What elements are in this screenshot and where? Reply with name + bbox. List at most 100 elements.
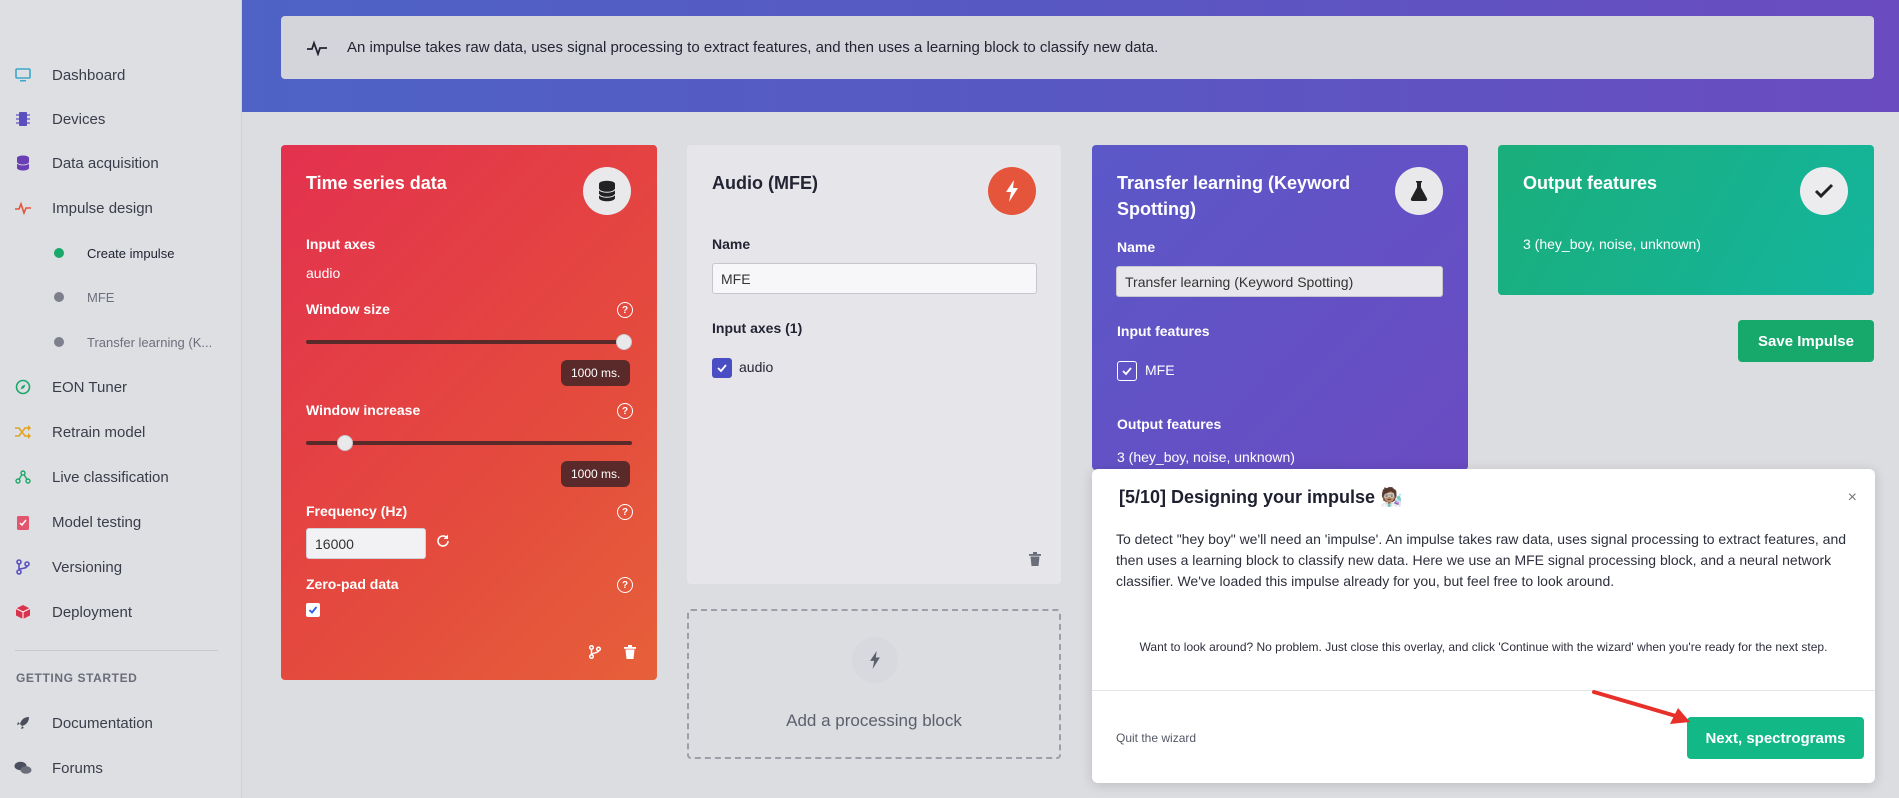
branch-icon [14, 558, 32, 576]
card-title: Time series data [306, 173, 447, 193]
shuffle-icon [14, 423, 32, 441]
flask-badge-icon [1395, 167, 1443, 215]
sidebar-subitem-label: Create impulse [87, 245, 175, 261]
output-features-value: 3 (hey_boy, noise, unknown) [1523, 236, 1701, 252]
wizard-hint: Want to look around? No problem. Just cl… [1139, 640, 1828, 654]
trash-icon[interactable] [624, 645, 636, 664]
input-axes-value: audio [306, 265, 341, 281]
output-features-card: Output features 3 (hey_boy, noise, unkno… [1498, 145, 1874, 295]
sidebar-item-impulse-design[interactable]: Impulse design [0, 193, 153, 223]
input-axes-label: Input axes (1) [712, 320, 803, 336]
zero-pad-checkbox[interactable] [306, 603, 320, 617]
card-title: Output features [1523, 173, 1658, 193]
window-increase-slider-handle[interactable] [337, 435, 353, 451]
sidebar-item-devices[interactable]: Devices [0, 104, 105, 134]
sidebar-item-data-acquisition[interactable]: Data acquisition [0, 148, 159, 178]
add-processing-block-label: Add a processing block [786, 711, 962, 730]
save-impulse-button[interactable]: Save Impulse [1738, 320, 1874, 362]
window-size-value: 1000 ms. [561, 360, 631, 386]
sidebar-item-live-classification[interactable]: Live classification [0, 462, 169, 492]
refresh-icon[interactable] [436, 534, 450, 553]
bolt-badge-icon [988, 167, 1036, 215]
info-text: An impulse takes raw data, uses signal p… [347, 39, 1159, 56]
transfer-name-input[interactable]: Transfer learning (Keyword Spotting) [1116, 266, 1443, 297]
checkmark-badge-icon [1800, 167, 1848, 215]
window-size-label: Window size [306, 301, 390, 317]
active-dot-icon [54, 248, 64, 258]
time-series-card: Time series data Input axes audio Window… [281, 145, 657, 680]
audio-checkbox-label: audio [739, 359, 774, 375]
sidebar-item-label: Data acquisition [52, 154, 159, 172]
rocket-icon [14, 714, 32, 732]
audio-checkbox[interactable] [712, 358, 732, 378]
trash-icon[interactable] [1029, 552, 1041, 571]
sidebar-subitem-transfer-learning[interactable]: Transfer learning (K... [0, 327, 212, 357]
wizard-body: To detect "hey boy" we'll need an 'impul… [1116, 531, 1847, 589]
pulse-icon [14, 199, 32, 217]
sidebar-item-dashboard[interactable]: Dashboard [0, 60, 125, 90]
window-size-slider[interactable] [306, 340, 632, 344]
zero-pad-label: Zero-pad data [306, 576, 399, 592]
chip-icon [14, 110, 32, 128]
mfe-feature-label: MFE [1145, 362, 1175, 378]
window-increase-slider[interactable] [306, 441, 632, 445]
sidebar-item-label: Deployment [52, 603, 133, 621]
mfe-name-input[interactable]: MFE [712, 263, 1037, 294]
mfe-card: Audio (MFE) Name MFE Input axes (1) audi… [687, 145, 1061, 584]
annotation-arrow-icon [1592, 690, 1690, 724]
input-axes-label: Input axes [306, 236, 376, 252]
dot-icon [54, 337, 64, 347]
window-size-slider-handle[interactable] [616, 334, 632, 350]
sidebar-subitem-label: Transfer learning (K... [87, 334, 213, 350]
sidebar-item-label: Impulse design [52, 199, 153, 217]
database-icon [14, 154, 32, 172]
bolt-icon [852, 637, 898, 683]
help-icon[interactable]: ? [617, 504, 633, 520]
window-increase-label: Window increase [306, 402, 421, 418]
sidebar-item-documentation[interactable]: Documentation [0, 708, 153, 738]
sidebar-item-forums[interactable]: Forums [0, 753, 103, 783]
sidebar-item-retrain-model[interactable]: Retrain model [0, 417, 145, 447]
name-label: Name [712, 236, 751, 252]
help-icon[interactable]: ? [617, 403, 633, 419]
sidebar-subitem-mfe[interactable]: MFE [0, 282, 114, 312]
name-label: Name [1117, 239, 1156, 255]
branch-icon[interactable] [588, 644, 602, 664]
output-features-value: 3 (hey_boy, noise, unknown) [1117, 449, 1295, 465]
transfer-learning-card: Transfer learning (Keyword Spotting) Nam… [1092, 145, 1468, 470]
sidebar-item-versioning[interactable]: Versioning [0, 552, 122, 582]
frequency-input[interactable]: 16000 [306, 528, 426, 559]
mfe-feature-checkbox[interactable] [1117, 361, 1137, 381]
box-icon [14, 603, 32, 621]
wizard-divider [1092, 690, 1875, 691]
sidebar-item-label: EON Tuner [52, 378, 128, 396]
sidebar-item-model-testing[interactable]: Model testing [0, 507, 141, 537]
quit-wizard-link[interactable]: Quit the wizard [1116, 731, 1196, 745]
sidebar-item-label: Retrain model [52, 423, 146, 441]
sidebar-item-label: Forums [52, 759, 103, 777]
sidebar-subitem-label: MFE [87, 289, 115, 305]
help-icon[interactable]: ? [617, 577, 633, 593]
sidebar-item-label: Dashboard [52, 66, 126, 84]
compass-icon [14, 378, 32, 396]
input-features-label: Input features [1117, 323, 1210, 339]
help-icon[interactable]: ? [617, 302, 633, 318]
sidebar-item-label: Documentation [52, 714, 153, 732]
monitor-icon [14, 66, 32, 84]
info-bar: An impulse takes raw data, uses signal p… [281, 16, 1874, 79]
clipboard-check-icon [14, 513, 32, 531]
window-increase-value: 1000 ms. [561, 461, 631, 487]
close-icon[interactable]: × [1848, 489, 1857, 507]
sidebar-subitem-create-impulse[interactable]: Create impulse [0, 238, 174, 268]
frequency-label: Frequency (Hz) [306, 503, 408, 519]
sidebar-item-label: Live classification [52, 468, 169, 486]
next-spectrograms-button[interactable]: Next, spectrograms [1687, 717, 1864, 759]
add-processing-block[interactable]: Add a processing block [687, 609, 1061, 759]
wizard-modal: [5/10] Designing your impulse 🧑🏽‍🔬 × To … [1092, 469, 1875, 783]
sidebar-section-title: GETTING STARTED [16, 671, 138, 685]
card-title: Transfer learning (Keyword Spotting) [1117, 173, 1351, 219]
sidebar-item-eon-tuner[interactable]: EON Tuner [0, 372, 127, 402]
network-icon [14, 468, 32, 486]
sidebar-item-deployment[interactable]: Deployment [0, 597, 132, 627]
dot-icon [54, 292, 64, 302]
